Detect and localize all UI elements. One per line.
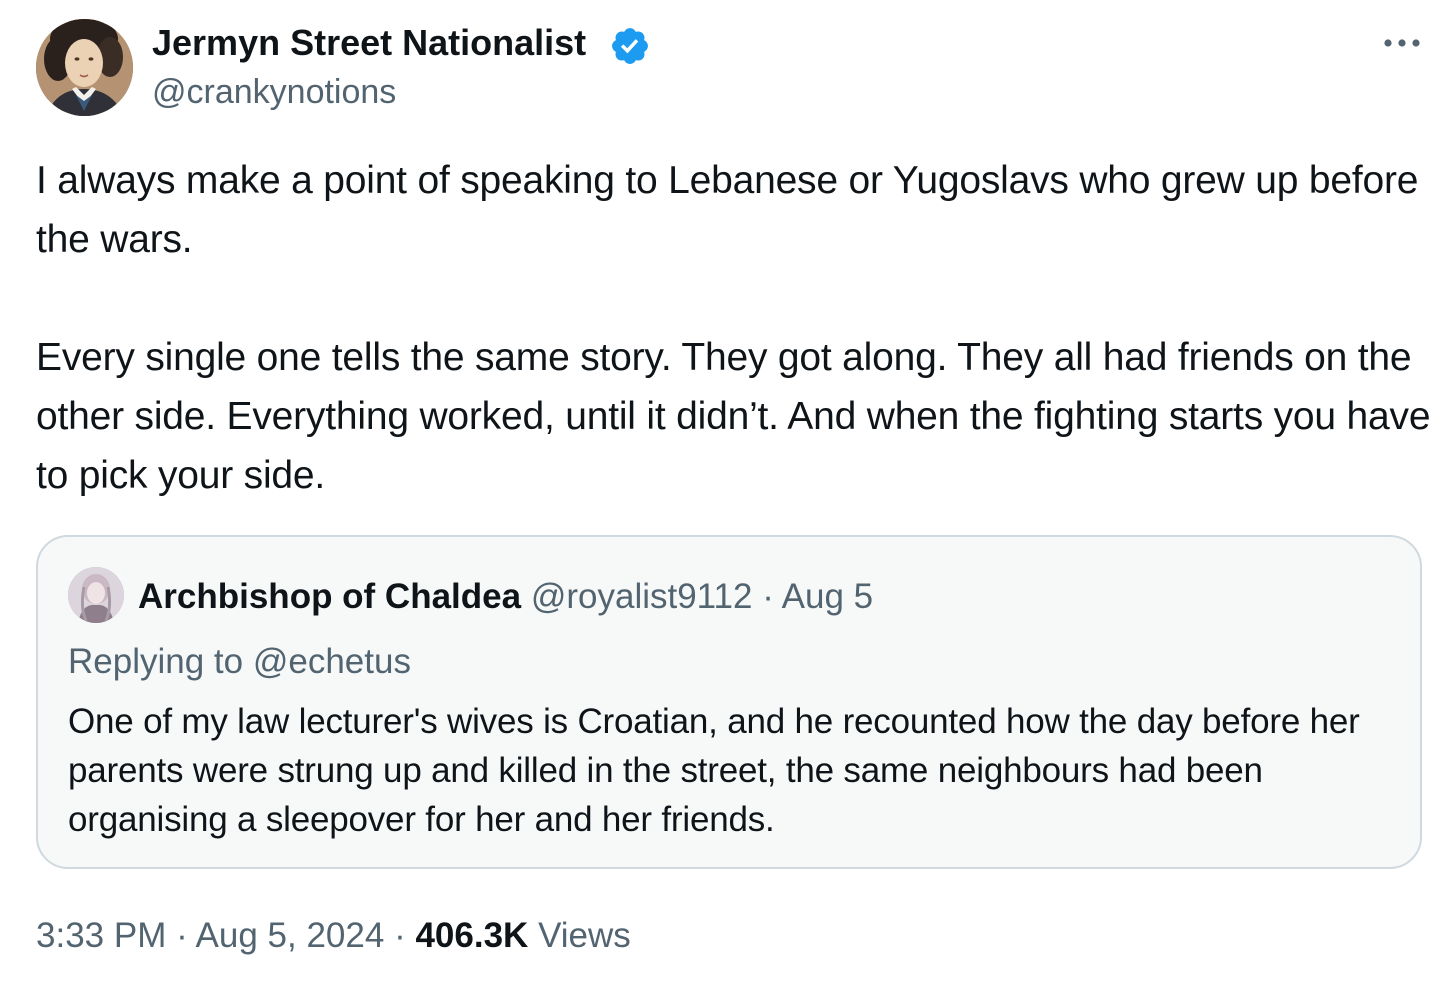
- quoted-author-avatar[interactable]: [68, 567, 124, 623]
- portrait-image: [68, 567, 124, 623]
- quoted-handle[interactable]: @royalist9112: [531, 577, 753, 616]
- tweet-footer: 3:33 PM · Aug 5, 2024 · 406.3K Views: [36, 913, 631, 959]
- tweet-text: I always make a point of speaking to Leb…: [36, 159, 1431, 497]
- author-display-name[interactable]: Jermyn Street Nationalist: [152, 20, 586, 66]
- quoted-replying-to: Replying to @echetus: [68, 640, 411, 684]
- replying-mention[interactable]: @echetus: [253, 642, 411, 681]
- quoted-display-name[interactable]: Archbishop of Chaldea: [138, 577, 521, 616]
- tweet-date[interactable]: Aug 5, 2024: [196, 916, 385, 955]
- quoted-separator: ·: [762, 577, 774, 616]
- author-avatar[interactable]: [36, 19, 133, 116]
- replying-prefix: Replying to: [68, 642, 244, 681]
- views-count[interactable]: 406.3K: [415, 916, 528, 955]
- footer-separator: ·: [176, 916, 188, 955]
- verified-badge-icon: [612, 28, 648, 64]
- footer-separator: ·: [394, 916, 406, 955]
- quoted-text: One of my law lecturer's wives is Croati…: [68, 702, 1360, 839]
- tweet-time[interactable]: 3:33 PM: [36, 916, 166, 955]
- more-horizontal-icon[interactable]: [1380, 28, 1424, 58]
- quoted-date[interactable]: Aug 5: [782, 577, 873, 616]
- tweet-card: Jermyn Street Nationalist @crankynotions…: [0, 0, 1456, 988]
- quoted-tweet[interactable]: Archbishop of Chaldea @royalist9112 · Au…: [36, 535, 1422, 869]
- views-label: Views: [538, 916, 631, 955]
- portrait-image: [36, 19, 133, 116]
- quoted-header: Archbishop of Chaldea @royalist9112 · Au…: [138, 575, 873, 619]
- author-handle[interactable]: @crankynotions: [152, 70, 396, 114]
